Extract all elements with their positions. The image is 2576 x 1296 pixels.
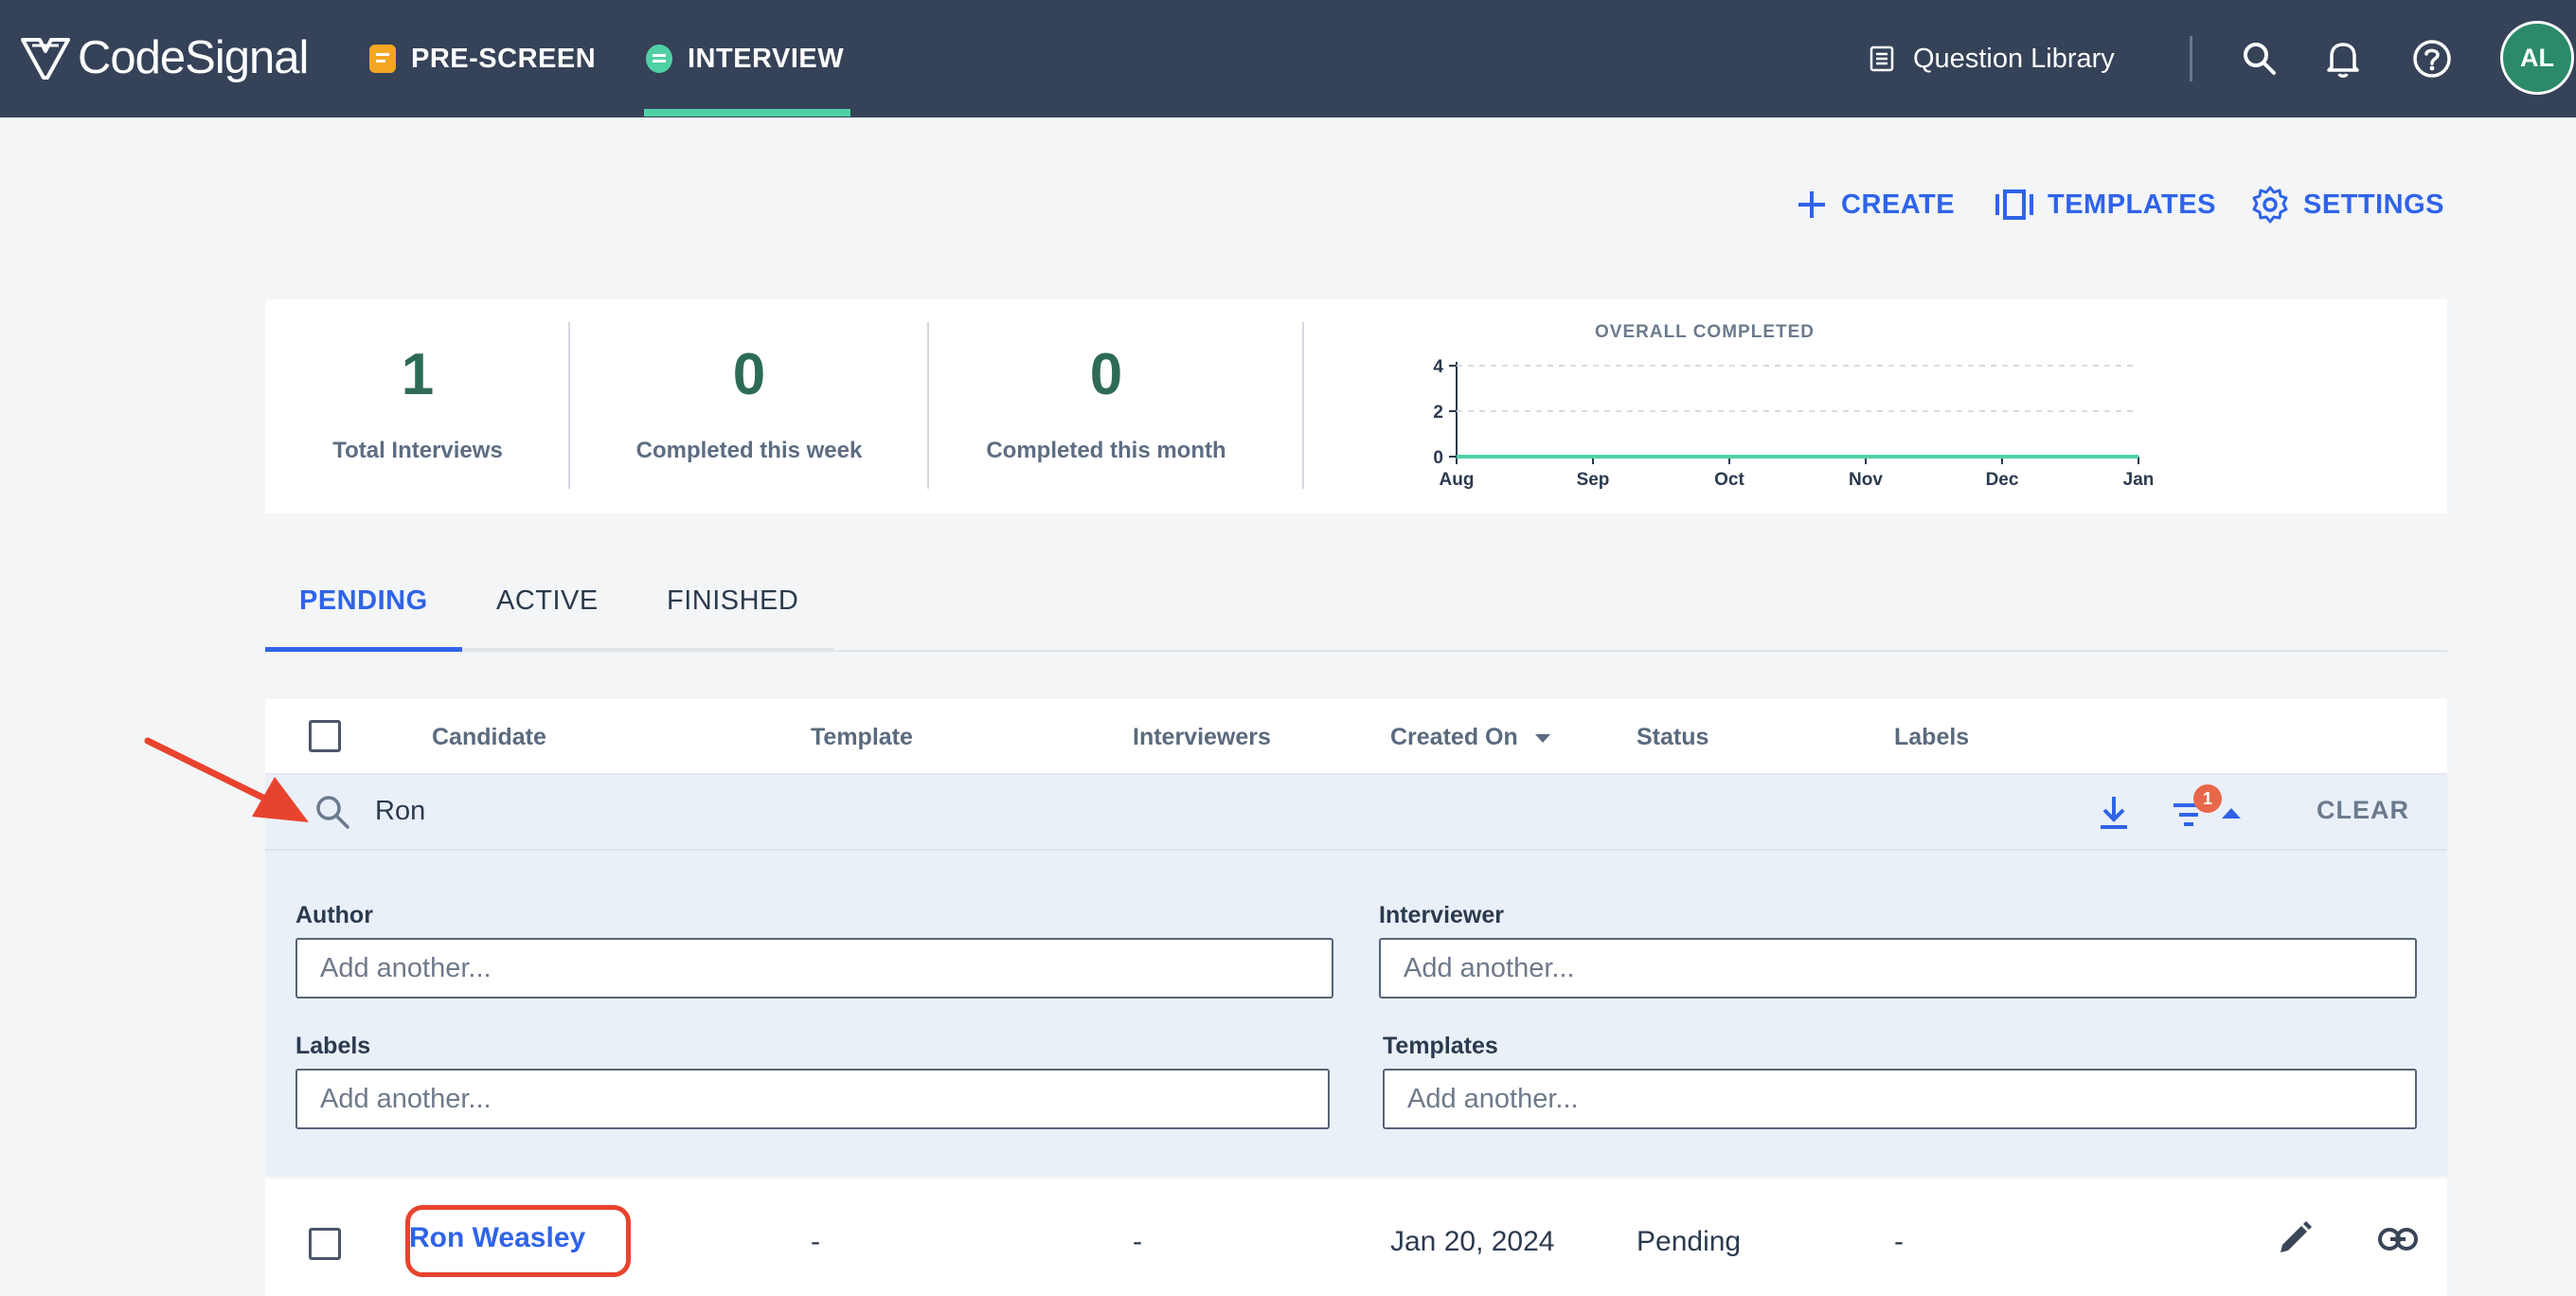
- settings-label: SETTINGS: [2303, 189, 2445, 220]
- row-checkbox[interactable]: [309, 1228, 341, 1260]
- stat-value: 0: [1089, 342, 1123, 407]
- nav-interview-label: INTERVIEW: [688, 43, 845, 74]
- column-created-on-label: Created On: [1390, 724, 1518, 750]
- stat-label: Completed this week: [635, 438, 863, 463]
- sort-down-icon: [1534, 733, 1550, 743]
- nav-interview[interactable]: INTERVIEW: [646, 0, 844, 117]
- bell-icon: [2327, 43, 2359, 78]
- stat-total-interviews: 1 Total Interviews: [265, 299, 570, 513]
- stat-value: 1: [401, 342, 435, 407]
- interviewers-cell: -: [1133, 1226, 1142, 1257]
- column-labels[interactable]: Labels: [1894, 724, 1969, 751]
- plus-icon: [1798, 191, 1825, 218]
- chart-y-tick-label: 4: [1433, 357, 1443, 377]
- column-status[interactable]: Status: [1637, 724, 1708, 751]
- search-button[interactable]: [2235, 34, 2284, 83]
- chart-x-tick-label: Sep: [1577, 470, 1610, 490]
- carousel-icon: [1995, 189, 2033, 220]
- chart-x-tick-label: Aug: [1440, 470, 1475, 490]
- help-button[interactable]: [2407, 34, 2457, 83]
- templates-label: Templates: [1383, 1033, 1498, 1059]
- labels-cell: -: [1894, 1226, 1904, 1257]
- list-icon: [1869, 45, 1894, 72]
- status-cell: Pending: [1637, 1226, 1742, 1257]
- help-icon: [2413, 40, 2451, 78]
- download-icon[interactable]: [2097, 794, 2131, 832]
- created-on-cell: Jan 20, 2024: [1390, 1226, 1555, 1257]
- chart-x-tick-label: Dec: [1986, 470, 2019, 490]
- chart-x-tick-label: Jan: [2123, 470, 2155, 490]
- avatar-initials: AL: [2520, 43, 2554, 72]
- chart-y-tick-label: 2: [1433, 403, 1443, 423]
- top-navbar: CodeSignal PRE-SCREEN INTERVIEW Question…: [0, 0, 2576, 117]
- search-icon: [316, 796, 349, 829]
- column-interviewers[interactable]: Interviewers: [1133, 724, 1271, 751]
- interviewer-label: Interviewer: [1379, 902, 1505, 928]
- annotation-arrow: [144, 737, 309, 822]
- author-field[interactable]: [295, 938, 1333, 999]
- stat-completed-week: 0 Completed this week: [570, 299, 928, 513]
- stats-card: 1 Total Interviews 0 Completed this week…: [265, 299, 2447, 513]
- chart-x-tick-label: Oct: [1714, 470, 1744, 490]
- stat-label: Completed this month: [986, 438, 1226, 463]
- codesignal-logo[interactable]: CodeSignal: [21, 28, 309, 87]
- stat-completed-month: 0 Completed this month: [928, 299, 1284, 513]
- chart-x-tick-label: Nov: [1849, 470, 1883, 490]
- interview-icon: [646, 45, 672, 73]
- search-icon: [2244, 43, 2276, 75]
- filters-panel: Author Interviewer Labels Templates: [265, 849, 2447, 1177]
- nav-prescreen-label: PRE-SCREEN: [411, 43, 597, 74]
- chart-y-tick-label: 0: [1433, 448, 1443, 468]
- codesignal-logo-icon: [21, 38, 70, 80]
- table-header: Candidate Template Interviewers Created …: [265, 699, 2447, 775]
- link-icon[interactable]: [2377, 1226, 2419, 1252]
- author-label: Author: [295, 902, 373, 928]
- tab-pending[interactable]: PENDING: [299, 585, 428, 617]
- table-search-bar: Ron 1 CLEAR: [265, 775, 2447, 849]
- labels-label: Labels: [295, 1033, 371, 1059]
- create-label: CREATE: [1841, 189, 1956, 220]
- nav-prescreen[interactable]: PRE-SCREEN: [369, 0, 596, 117]
- templates-label: TEMPLATES: [2048, 189, 2216, 220]
- active-tab-indicator: [265, 647, 462, 652]
- filter-count-badge: 1: [2193, 784, 2222, 813]
- logo-text: CodeSignal: [78, 32, 309, 83]
- nav-divider: [2190, 36, 2192, 81]
- stat-value: 0: [732, 342, 766, 407]
- table-row: Ron Weasley - - Jan 20, 2024 Pending -: [265, 1179, 2447, 1296]
- select-all-checkbox[interactable]: [309, 720, 341, 752]
- question-library-link[interactable]: Question Library: [1868, 0, 2115, 117]
- template-cell: -: [811, 1226, 820, 1257]
- tab-finished[interactable]: FINISHED: [667, 585, 798, 617]
- candidate-link[interactable]: Ron Weasley: [409, 1222, 585, 1254]
- templates-button[interactable]: TEMPLATES: [1995, 180, 2216, 229]
- gear-icon: [2252, 186, 2288, 224]
- edit-icon[interactable]: [2275, 1218, 2315, 1258]
- avatar[interactable]: AL: [2500, 21, 2574, 95]
- chart-title: OVERALL COMPLETED: [1595, 322, 1815, 342]
- column-created-on[interactable]: Created On: [1390, 724, 1552, 751]
- stat-label: Total Interviews: [332, 438, 503, 463]
- clear-button[interactable]: CLEAR: [2317, 796, 2409, 825]
- search-input[interactable]: Ron: [375, 796, 425, 827]
- column-candidate[interactable]: Candidate: [432, 724, 546, 751]
- active-nav-indicator: [644, 109, 850, 117]
- stat-divider: [1302, 322, 1304, 489]
- chevron-up-icon[interactable]: [2220, 805, 2243, 820]
- prescreen-icon: [369, 45, 396, 73]
- overall-completed-chart: 4 2 0Aug Sep Oct Nov Dec Jan: [1433, 357, 2155, 490]
- column-template[interactable]: Template: [811, 724, 913, 751]
- settings-button[interactable]: SETTINGS: [2250, 180, 2444, 229]
- question-library-label: Question Library: [1913, 43, 2115, 74]
- labels-field[interactable]: [295, 1069, 1330, 1129]
- interviewer-field[interactable]: [1379, 938, 2417, 999]
- notifications-button[interactable]: [2318, 34, 2368, 83]
- tab-active[interactable]: ACTIVE: [496, 585, 599, 617]
- templates-field[interactable]: [1383, 1069, 2417, 1129]
- create-button[interactable]: CREATE: [1796, 180, 1955, 229]
